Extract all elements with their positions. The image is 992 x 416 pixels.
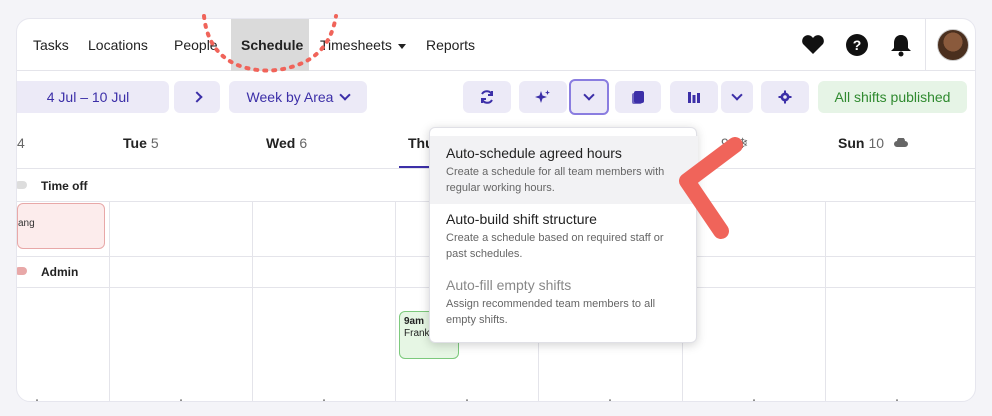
menu-item-auto-fill[interactable]: Auto-fill empty shifts Assign recommende… bbox=[430, 268, 698, 336]
nav-locations[interactable]: Locations bbox=[78, 19, 158, 71]
day-name: Wed bbox=[266, 135, 296, 151]
time-off-toggle[interactable] bbox=[17, 181, 27, 189]
app-frame: Tasks Locations People Schedule Timeshee… bbox=[16, 18, 976, 402]
auto-schedule-button[interactable] bbox=[519, 81, 567, 113]
admin-toggle[interactable] bbox=[17, 267, 27, 275]
auto-schedule-menu: Auto-schedule agreed hours Create a sche… bbox=[429, 127, 698, 343]
add-shift-button[interactable]: + bbox=[174, 395, 188, 401]
column-divider bbox=[109, 201, 110, 401]
menu-item-description: Create a schedule based on required staf… bbox=[446, 232, 664, 260]
stats-dropdown-button[interactable] bbox=[721, 81, 753, 113]
menu-item-description: Assign recommended team members to all e… bbox=[446, 298, 656, 326]
chevron-down-icon bbox=[339, 89, 352, 101]
view-select-label: Week by Area bbox=[246, 89, 334, 105]
group-label-admin: Admin bbox=[41, 265, 79, 279]
annotation-arrow bbox=[679, 137, 743, 239]
add-shift-button[interactable]: + bbox=[747, 395, 761, 401]
menu-item-title: Auto-build shift structure bbox=[446, 211, 597, 227]
add-shift-button[interactable]: + bbox=[890, 395, 904, 401]
add-shift-button[interactable]: + bbox=[460, 395, 474, 401]
refresh-button[interactable] bbox=[463, 81, 511, 113]
add-shift-button[interactable]: + bbox=[317, 395, 331, 401]
copy-icon bbox=[632, 91, 644, 104]
heart-icon[interactable] bbox=[800, 32, 826, 58]
day-number: 5 bbox=[150, 135, 159, 151]
sparkle-icon bbox=[535, 90, 550, 103]
chevron-right-icon bbox=[191, 91, 203, 103]
bell-icon[interactable] bbox=[888, 32, 914, 58]
menu-item-title: Auto-schedule agreed hours bbox=[446, 145, 622, 161]
menu-item-description: Create a schedule for all team members w… bbox=[446, 166, 665, 194]
day-header-sun: Sun 10 bbox=[838, 135, 908, 167]
caret-down-icon bbox=[397, 43, 406, 49]
cloud-icon bbox=[893, 137, 908, 147]
column-divider bbox=[395, 201, 396, 401]
day-number: 10 bbox=[868, 135, 885, 151]
day-number: 6 bbox=[299, 135, 308, 151]
shift-label: ang bbox=[18, 218, 35, 229]
refresh-icon bbox=[481, 90, 493, 104]
add-shift-button[interactable]: + bbox=[603, 395, 617, 401]
gear-icon bbox=[778, 90, 792, 104]
chart-icon bbox=[688, 92, 700, 103]
settings-button[interactable] bbox=[761, 81, 809, 113]
next-week-button[interactable] bbox=[174, 81, 220, 113]
menu-item-auto-build[interactable]: Auto-build shift structure Create a sche… bbox=[430, 202, 698, 270]
copy-button[interactable] bbox=[615, 81, 661, 113]
top-navbar: Tasks Locations People Schedule Timeshee… bbox=[17, 19, 975, 71]
day-header-tue: Tue 5 bbox=[123, 135, 159, 167]
day-header-wed: Wed 6 bbox=[266, 135, 307, 167]
publish-status-button[interactable]: All shifts published bbox=[818, 81, 967, 113]
auto-schedule-dropdown-button[interactable] bbox=[569, 79, 609, 115]
nav-reports[interactable]: Reports bbox=[416, 19, 485, 71]
group-label-time-off: Time off bbox=[41, 179, 88, 193]
day-header-mon: 4 bbox=[17, 135, 25, 167]
nav-tasks[interactable]: Tasks bbox=[23, 19, 79, 71]
toolbar: 4 Jul – 10 Jul Week by Area All shifts p… bbox=[17, 79, 975, 115]
add-shift-button[interactable]: + bbox=[30, 395, 44, 401]
day-name: Sun bbox=[838, 135, 865, 151]
svg-text:?: ? bbox=[853, 37, 862, 53]
annotation-dotted-circle bbox=[202, 14, 338, 73]
day-name: Tue bbox=[123, 135, 147, 151]
nav-separator bbox=[925, 19, 926, 71]
help-icon[interactable]: ? bbox=[844, 32, 870, 58]
column-divider bbox=[252, 201, 253, 401]
day-number: 4 bbox=[17, 135, 25, 151]
column-divider bbox=[825, 201, 826, 401]
date-range-button[interactable]: 4 Jul – 10 Jul bbox=[17, 81, 169, 113]
chevron-down-icon bbox=[583, 89, 595, 101]
chevron-down-icon bbox=[731, 89, 743, 101]
stats-button[interactable] bbox=[670, 81, 718, 113]
menu-item-auto-schedule[interactable]: Auto-schedule agreed hours Create a sche… bbox=[430, 136, 698, 204]
time-off-shift[interactable]: ang bbox=[17, 203, 105, 249]
menu-item-title: Auto-fill empty shifts bbox=[446, 277, 572, 293]
view-select[interactable]: Week by Area bbox=[229, 81, 367, 113]
avatar[interactable] bbox=[937, 29, 969, 61]
